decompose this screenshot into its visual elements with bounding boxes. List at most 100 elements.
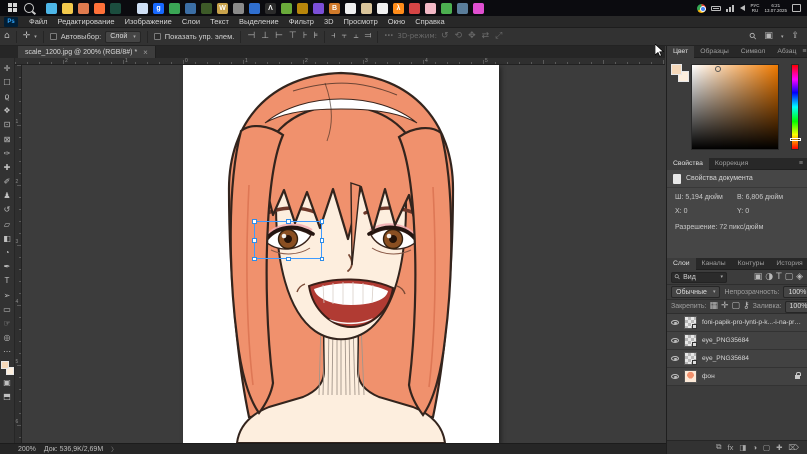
pycharm-icon[interactable]	[110, 3, 121, 14]
layer-thumbnail[interactable]	[684, 370, 697, 383]
avatar-app-icon[interactable]	[425, 3, 436, 14]
notes2-app-icon[interactable]	[377, 3, 388, 14]
steam-like-icon[interactable]	[185, 3, 196, 14]
layers-bottom-icon-5[interactable]: ✚	[776, 443, 782, 452]
lock-icon-2[interactable]: ▢	[732, 302, 741, 311]
menu-8[interactable]: Просмотр	[339, 17, 383, 26]
olive-app-icon[interactable]	[201, 3, 212, 14]
layer-filter-icon-0[interactable]: ▣	[754, 273, 763, 282]
clock[interactable]: 6:2113.07.2025	[764, 3, 787, 13]
lock-icon-1[interactable]: ✛	[721, 302, 729, 311]
menu-5[interactable]: Выделение	[234, 17, 284, 26]
layer-filter-icon-3[interactable]: ▢	[785, 273, 794, 282]
more-options-icon[interactable]: ⋯	[384, 32, 393, 41]
edit-toolbar[interactable]: ⋯	[1, 345, 14, 359]
layer-name[interactable]: foni-papik-pro-lynti-p-k...-i-na-prozrac…	[702, 319, 803, 326]
tab-Коррекция[interactable]: Коррекция	[709, 158, 754, 170]
tab-Слои[interactable]: Слои	[667, 258, 696, 270]
tab-Цвет[interactable]: Цвет	[667, 46, 694, 58]
firefox-icon[interactable]	[94, 3, 105, 14]
layer-thumbnail[interactable]	[684, 316, 697, 329]
layer-row[interactable]: фон	[667, 368, 807, 386]
lasso-tool[interactable]: ϱ	[1, 89, 14, 103]
threed-icon-0[interactable]: ↺	[441, 32, 449, 41]
menu-6[interactable]: Фильтр	[284, 17, 319, 26]
distribute-icon-2[interactable]: ⫠	[353, 32, 358, 41]
layers-bottom-icon-4[interactable]: ▢	[763, 443, 770, 452]
copilot-icon[interactable]	[46, 3, 57, 14]
layer-filter-search[interactable]: ⚲ Вид ▾	[671, 272, 727, 283]
tab-Образцы[interactable]: Образцы	[694, 46, 735, 58]
layer-visibility-icon[interactable]	[671, 356, 679, 361]
monitor-app-icon[interactable]	[249, 3, 260, 14]
layers-bottom-icon-0[interactable]: ⧉	[716, 442, 721, 452]
hand-tool[interactable]: ☞	[1, 316, 14, 330]
threed-icon-1[interactable]: ⟲	[455, 32, 463, 41]
layer-name[interactable]: фон	[702, 373, 715, 380]
share-icon[interactable]: ⇪	[791, 32, 799, 41]
layer-filter-icon-1[interactable]: ◑	[765, 273, 773, 282]
document-app-icon[interactable]	[137, 3, 148, 14]
lambda-dark-icon[interactable]: Λ	[265, 3, 276, 14]
layer-filter-icon-4[interactable]: ◈	[796, 273, 803, 282]
transform-handle-ne[interactable]	[320, 219, 325, 224]
eyedropper-tool[interactable]: ✑	[1, 146, 14, 160]
opacity-value[interactable]: 100%▾	[783, 286, 807, 298]
screen-mode-icon[interactable]: ⬒	[1, 389, 14, 403]
type-tool[interactable]: T	[1, 274, 14, 288]
gold-emblem-icon[interactable]	[297, 3, 308, 14]
distribute-icon-0[interactable]: ⫞	[331, 32, 336, 41]
layer-visibility-icon[interactable]	[671, 320, 679, 325]
wow-icon[interactable]: W	[217, 3, 228, 14]
canvas[interactable]	[183, 65, 499, 443]
color-field-marker[interactable]	[715, 66, 721, 72]
color-field[interactable]	[691, 64, 779, 150]
align-icon-1[interactable]: ⊥	[261, 32, 269, 41]
tool-preset-arrow[interactable]: ▾	[34, 34, 37, 40]
align-icon-3[interactable]: ⊤	[289, 32, 297, 41]
bluegray-app-icon[interactable]	[457, 3, 468, 14]
healing-brush-tool[interactable]: ✚	[1, 160, 14, 174]
tab-История[interactable]: История	[770, 258, 807, 270]
foreground-color[interactable]	[1, 361, 9, 369]
layers-bottom-icon-6[interactable]: ⌦	[788, 443, 799, 452]
layer-filter-icon-2[interactable]: T	[776, 273, 782, 282]
layer-visibility-icon[interactable]	[671, 338, 679, 343]
transform-handle-s[interactable]	[286, 257, 291, 262]
path-selection-tool[interactable]: ➢	[1, 288, 14, 302]
transform-handle-nw[interactable]	[252, 219, 257, 224]
move-tool[interactable]: ✛	[1, 61, 14, 75]
purple-app-icon[interactable]	[313, 3, 324, 14]
minecraft-icon[interactable]	[281, 3, 292, 14]
move-tool-icon[interactable]: ✛	[23, 32, 31, 41]
quick-selection-tool[interactable]: ❖	[1, 104, 14, 118]
close-tab-icon[interactable]: ×	[143, 48, 148, 57]
layer-name[interactable]: eye_PNG35684	[702, 337, 749, 344]
brush-tool[interactable]: ✐	[1, 175, 14, 189]
search-icon[interactable]	[24, 3, 34, 13]
layers-bottom-icon-3[interactable]: ◑	[752, 443, 757, 452]
half-life-icon[interactable]: λ	[393, 3, 404, 14]
clone-stamp-tool[interactable]: ♟	[1, 189, 14, 203]
panel-menu-icon[interactable]: ≡	[802, 48, 807, 55]
green-face-icon[interactable]	[441, 3, 452, 14]
home-icon[interactable]: ⌂	[4, 32, 10, 41]
fill-value[interactable]: 100%▾	[785, 301, 807, 313]
align-icon-4[interactable]: ⊦	[303, 32, 308, 41]
quick-mask-icon[interactable]: ▣	[1, 375, 14, 389]
menu-7[interactable]: 3D	[319, 17, 339, 26]
language-indicator[interactable]: РУСRU	[750, 3, 759, 13]
notification-center-icon[interactable]	[792, 4, 801, 12]
autoselect-checkbox[interactable]	[50, 33, 57, 40]
marquee-tool[interactable]: ☐	[1, 75, 14, 89]
vertical-ruler[interactable]: 123456	[15, 65, 22, 443]
crop-tool[interactable]: ⊡	[1, 118, 14, 132]
tab-Свойства[interactable]: Свойства	[667, 158, 709, 170]
menu-3[interactable]: Слои	[177, 17, 205, 26]
dodge-tool[interactable]: ◔	[1, 245, 14, 259]
volume-icon[interactable]	[740, 5, 745, 11]
tree-app-icon[interactable]	[169, 3, 180, 14]
gradient-tool[interactable]: ◧	[1, 231, 14, 245]
start-button[interactable]	[8, 3, 18, 13]
lock-icon-3[interactable]: ⚷	[743, 302, 750, 311]
